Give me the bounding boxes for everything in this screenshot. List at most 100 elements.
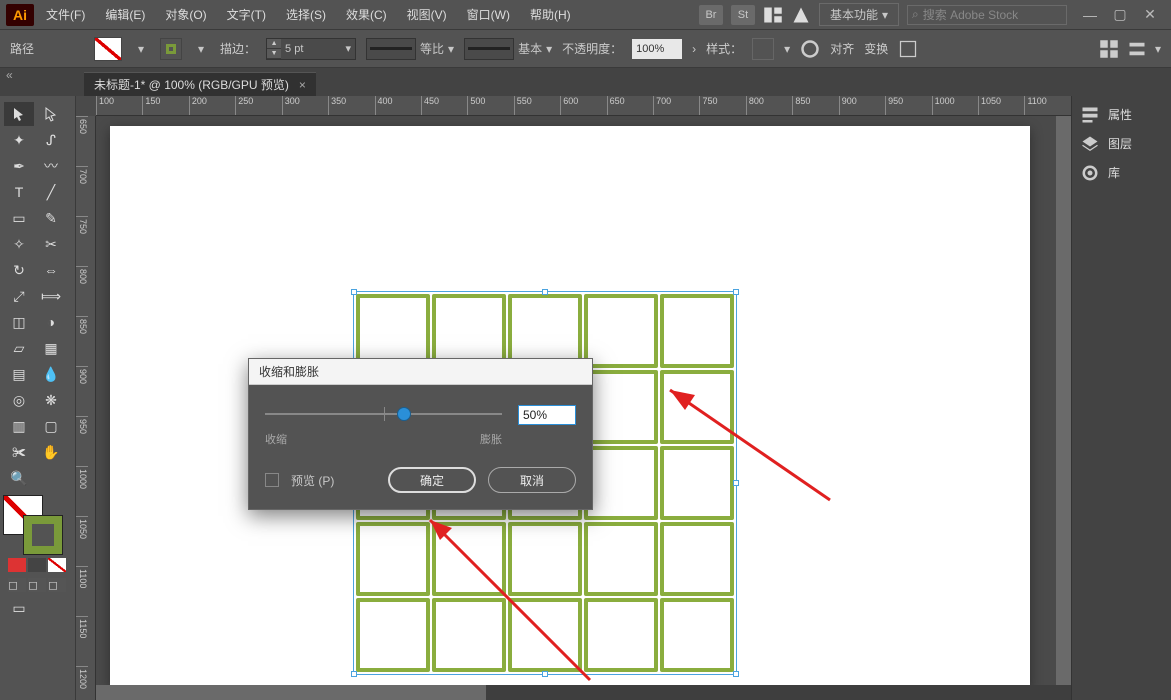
search-input[interactable]: ⌕ 搜索 Adobe Stock [907,5,1067,25]
close-button[interactable]: ✕ [1135,5,1165,25]
free-transform-tool[interactable]: ◫ [4,310,34,334]
mesh-tool[interactable]: ▦ [36,336,66,360]
menu-window[interactable]: 窗口(W) [459,2,518,27]
rotate-tool[interactable]: ↻ [4,258,34,282]
menu-type[interactable]: 文字(T) [219,2,274,27]
transform-label[interactable]: 变换 [864,40,888,57]
workspace-switcher[interactable]: 基本功能 ▾ [819,3,899,26]
toolbar-collapse-icon[interactable]: « [6,68,26,82]
fill-dropdown[interactable]: ▾ [132,38,150,60]
hand-tool[interactable]: ✋ [36,440,66,464]
blend-tool[interactable]: ◎ [4,388,34,412]
slider-thumb[interactable] [397,407,411,421]
horizontal-ruler[interactable]: 1001502002503003504004505005506006507007… [96,96,1071,116]
fill-swatch[interactable] [94,37,122,61]
stroke-dropdown[interactable]: ▾ [192,38,210,60]
scale-tool[interactable]: ⤢ [4,284,34,308]
resize-handle-bm[interactable] [542,671,548,677]
line-tool[interactable]: ╱ [36,180,66,204]
draw-inside[interactable]: ◻ [48,578,66,592]
transform-panel-icon[interactable] [898,39,918,59]
recolor-icon[interactable] [800,39,820,59]
menu-object[interactable]: 对象(O) [157,2,214,27]
draw-behind[interactable]: ◻ [28,578,46,592]
slice-tool[interactable]: ✀ [4,440,34,464]
step-down-icon[interactable]: ▼ [267,49,281,59]
shape-builder-tool[interactable]: ◑ [36,310,66,334]
resize-handle-br[interactable] [733,671,739,677]
opacity-dropdown[interactable]: › [692,42,696,56]
stock-button[interactable]: St [731,5,755,25]
isolate-icon[interactable] [1099,39,1119,59]
document-tab[interactable]: 未标题-1* @ 100% (RGB/GPU 预览) × [84,72,316,96]
brush-profile-group[interactable]: 基本▾ [464,38,552,60]
variable-width-group[interactable]: 等比▾ [366,38,454,60]
arrange-docs-icon[interactable] [763,5,783,25]
pen-tool[interactable]: ✒ [4,154,34,178]
align-label[interactable]: 对齐 [830,40,854,57]
lasso-tool[interactable]: ᔑ [36,128,66,152]
slider-value-field[interactable]: 50% [518,405,576,425]
properties-panel-button[interactable]: 属性 [1076,100,1167,129]
resize-handle-tl[interactable] [351,289,357,295]
scissors-tool[interactable]: ✂ [36,232,66,256]
fill-stroke-control[interactable] [4,496,62,554]
preview-label[interactable]: 预览 (P) [291,472,334,489]
color-mode-gradient[interactable] [28,558,46,572]
libraries-panel-button[interactable]: 库 [1076,158,1167,187]
screen-mode-button[interactable]: ▭ [4,596,34,620]
rectangle-tool[interactable]: ▭ [4,206,34,230]
step-up-icon[interactable]: ▲ [267,39,281,49]
bridge-button[interactable]: Br [699,5,723,25]
curvature-tool[interactable]: 〰 [36,154,66,178]
layers-panel-button[interactable]: 图层 [1076,129,1167,158]
menu-view[interactable]: 视图(V) [399,2,455,27]
graph-tool[interactable]: ▥ [4,414,34,438]
vertical-ruler[interactable]: 6507007508008509009501000105011001150120… [76,116,96,700]
stroke-weight-field[interactable]: ▲▼ 5 pt ▾ [266,38,356,60]
gradient-tool[interactable]: ▤ [4,362,34,386]
opacity-field[interactable]: 100% [632,39,682,59]
perspective-tool[interactable]: ▱ [4,336,34,360]
menu-help[interactable]: 帮助(H) [522,2,579,27]
h-scrollbar-thumb[interactable] [96,685,486,700]
v-scrollbar-thumb[interactable] [1056,116,1071,685]
reflect-tool[interactable]: ⇔ [36,258,66,282]
selection-tool[interactable] [4,102,34,126]
style-swatch[interactable] [752,38,774,60]
maximize-button[interactable]: ▢ [1105,5,1135,25]
artboard-tool[interactable]: ▢ [36,414,66,438]
effect-slider[interactable]: 50% [265,405,576,439]
dialog-title[interactable]: 收缩和膨胀 [249,359,592,385]
type-tool[interactable]: T [4,180,34,204]
preview-checkbox[interactable] [265,473,279,487]
color-mode-none[interactable] [48,558,66,572]
stroke-color[interactable] [24,516,62,554]
resize-handle-bl[interactable] [351,671,357,677]
ok-button[interactable]: 确定 [388,467,476,493]
menu-file[interactable]: 文件(F) [38,2,93,27]
paintbrush-tool[interactable]: ✎ [36,206,66,230]
color-mode-solid[interactable] [8,558,26,572]
draw-normal[interactable]: ◻ [8,578,26,592]
width-tool[interactable]: ⟾ [36,284,66,308]
shaper-tool[interactable]: ✧ [4,232,34,256]
resize-handle-tm[interactable] [542,289,548,295]
gpu-icon[interactable] [791,5,811,25]
stroke-swatch[interactable] [160,38,182,60]
chevron-down-icon[interactable]: ▾ [342,42,356,55]
align-panel-icon[interactable] [1127,39,1147,59]
minimize-button[interactable]: — [1075,5,1105,25]
resize-handle-tr[interactable] [733,289,739,295]
vertical-scrollbar[interactable] [1056,116,1071,685]
menu-edit[interactable]: 编辑(E) [97,2,153,27]
menu-select[interactable]: 选择(S) [278,2,334,27]
tab-close-icon[interactable]: × [299,78,306,92]
resize-handle-mr[interactable] [733,480,739,486]
magic-wand-tool[interactable]: ✦ [4,128,34,152]
menu-effect[interactable]: 效果(C) [338,2,395,27]
cancel-button[interactable]: 取消 [488,467,576,493]
symbol-sprayer-tool[interactable]: ❋ [36,388,66,412]
zoom-tool[interactable]: 🔍 [4,466,34,490]
horizontal-scrollbar[interactable] [96,685,1071,700]
